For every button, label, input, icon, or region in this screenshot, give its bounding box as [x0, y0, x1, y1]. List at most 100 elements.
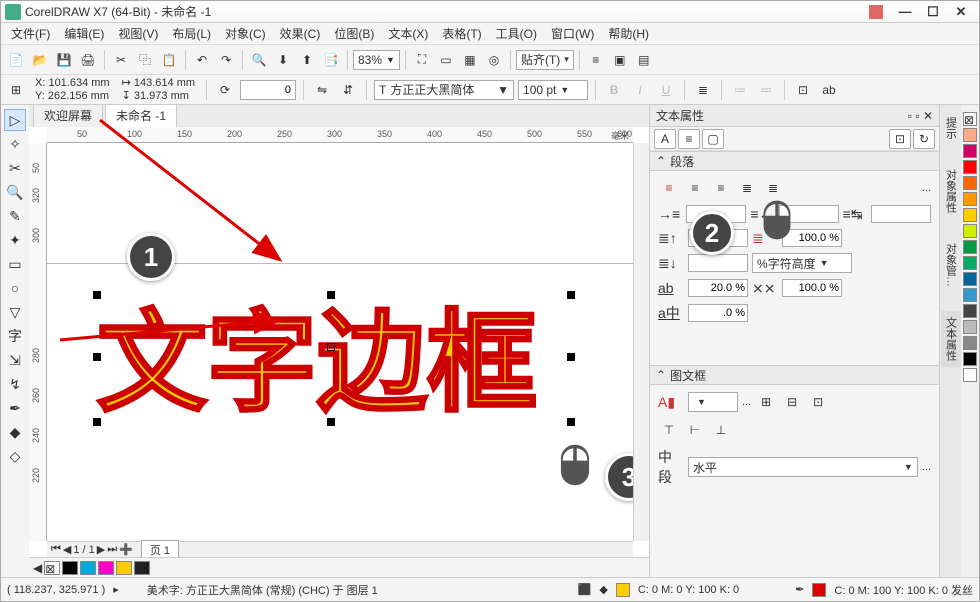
section-paragraph[interactable]: 段落 — [670, 153, 694, 170]
fill-tool[interactable]: ◆ — [4, 421, 26, 443]
zoom-combo[interactable]: 83%▼ — [353, 50, 400, 70]
columns-combo[interactable]: ▼ — [688, 392, 738, 412]
palette-prev[interactable]: ◀ — [33, 561, 42, 575]
font-combo[interactable]: T 方正正大黑简体▼ — [374, 80, 514, 100]
handle-tr[interactable] — [567, 291, 575, 299]
import-icon[interactable]: ⬇ — [272, 49, 294, 71]
handle-tm[interactable] — [327, 291, 335, 299]
spacing-unit[interactable]: %字符高度▼ — [752, 253, 852, 273]
handle-mr[interactable] — [567, 353, 575, 361]
lang-spacing[interactable] — [688, 304, 748, 322]
rotation-field[interactable] — [240, 80, 296, 100]
page-prev[interactable]: ◀ — [63, 543, 71, 556]
handle-bl[interactable] — [93, 418, 101, 426]
indent-right[interactable] — [871, 205, 931, 223]
undo-icon[interactable]: ↶ — [191, 49, 213, 71]
align-icon[interactable]: ≣ — [692, 79, 714, 101]
handle-br[interactable] — [567, 418, 575, 426]
sidetab-objmgr[interactable]: 对象管… — [941, 237, 961, 293]
menu-bitmap[interactable]: 位图(B) — [328, 23, 380, 44]
rectangle-tool[interactable]: ▭ — [4, 253, 26, 275]
menu-file[interactable]: 文件(F) — [5, 23, 56, 44]
tab-doc1[interactable]: 未命名 -1 — [105, 105, 177, 127]
swatch-3[interactable] — [963, 320, 977, 334]
menu-help[interactable]: 帮助(H) — [602, 23, 655, 44]
save-icon[interactable]: 💾 — [53, 49, 75, 71]
valign-mid-icon[interactable]: ⊢ — [684, 419, 706, 441]
menu-layout[interactable]: 布局(L) — [166, 23, 217, 44]
zoom-tool[interactable]: 🔍 — [4, 181, 26, 203]
tab-refresh-icon[interactable]: ↻ — [913, 129, 935, 149]
docker-controls[interactable]: ▫ ▫ ✕ — [908, 109, 933, 123]
print-icon[interactable]: 🖨 — [77, 49, 99, 71]
swatch-0[interactable] — [963, 368, 977, 382]
connector-tool[interactable]: ↯ — [4, 373, 26, 395]
underline-icon[interactable]: U — [655, 79, 677, 101]
handle-center[interactable]: × — [327, 343, 335, 351]
menu-object[interactable]: 对象(C) — [219, 23, 272, 44]
bold-icon[interactable]: B — [603, 79, 625, 101]
rotate-icon[interactable]: ⟳ — [214, 79, 236, 101]
align-full-icon[interactable]: ≣ — [762, 177, 784, 199]
tab-options-icon[interactable]: ⊡ — [889, 129, 911, 149]
handle-bm[interactable] — [327, 418, 335, 426]
text-tool[interactable]: 字 — [4, 325, 26, 347]
align-justify-icon[interactable]: ≣ — [736, 177, 758, 199]
page-first[interactable]: ⏮ — [51, 543, 61, 556]
fill-swatch[interactable] — [616, 583, 630, 597]
swatch-6[interactable] — [963, 272, 977, 286]
tab-para-icon[interactable]: ≡ — [678, 129, 700, 149]
textprops-icon[interactable]: ⊡ — [792, 79, 814, 101]
paste-icon[interactable]: 📋 — [158, 49, 180, 71]
dropper-tool[interactable]: ✒ — [4, 397, 26, 419]
freehand-tool[interactable]: ✎ — [4, 205, 26, 227]
direction-combo[interactable]: 水平▼ — [688, 457, 918, 477]
section-frame[interactable]: 图文框 — [670, 367, 706, 384]
sw-none[interactable]: ⊠ — [44, 561, 60, 575]
outline-tool[interactable]: ◇ — [4, 445, 26, 467]
word-spacing[interactable] — [782, 279, 842, 297]
page-add[interactable]: ➕ — [119, 543, 133, 556]
options-icon[interactable]: ≡ — [585, 49, 607, 71]
page-last[interactable]: ⏭ — [107, 543, 117, 556]
export-icon[interactable]: ⬆ — [296, 49, 318, 71]
swatch-2[interactable] — [963, 336, 977, 350]
pick-tool[interactable]: ▷ — [4, 109, 26, 131]
sw-yellow[interactable] — [116, 561, 132, 575]
swatch-none[interactable]: ⊠ — [963, 112, 977, 126]
swatch-11[interactable] — [963, 192, 977, 206]
crop-tool[interactable]: ✂ — [4, 157, 26, 179]
swatch-9[interactable] — [963, 224, 977, 238]
tab-char-icon[interactable]: A — [654, 129, 676, 149]
menu-text[interactable]: 文本(X) — [382, 23, 434, 44]
swatch-14[interactable] — [963, 144, 977, 158]
handle-ml[interactable] — [93, 353, 101, 361]
sw-black[interactable] — [62, 561, 78, 575]
menu-view[interactable]: 视图(V) — [112, 23, 164, 44]
swatch-12[interactable] — [963, 176, 977, 190]
frame-opt3-icon[interactable]: ⊡ — [807, 391, 829, 413]
outline-swatch[interactable] — [812, 583, 826, 597]
fill-icon[interactable]: ⬛ — [578, 583, 592, 596]
swatch-15[interactable] — [963, 128, 977, 142]
italic-icon[interactable]: I — [629, 79, 651, 101]
rulers-icon[interactable]: ▭ — [435, 49, 457, 71]
sidetab-objprops[interactable]: 对象属性 — [941, 163, 961, 219]
swatch-13[interactable] — [963, 160, 977, 174]
canvas[interactable]: 文字边框 × 1 3 — [47, 143, 633, 541]
grid-icon[interactable]: ▦ — [459, 49, 481, 71]
sw-magenta[interactable] — [98, 561, 114, 575]
swatch-1[interactable] — [963, 352, 977, 366]
origin-icon[interactable]: ⊞ — [5, 79, 27, 101]
frame-opt1-icon[interactable]: ⊞ — [755, 391, 777, 413]
menu-edit[interactable]: 编辑(E) — [58, 23, 110, 44]
minimize-button[interactable]: — — [891, 3, 919, 21]
guides-icon[interactable]: ◎ — [483, 49, 505, 71]
menu-window[interactable]: 窗口(W) — [545, 23, 600, 44]
page-next[interactable]: ▶ — [97, 543, 105, 556]
mirror-h-icon[interactable]: ⇋ — [311, 79, 333, 101]
cut-icon[interactable]: ✂ — [110, 49, 132, 71]
open-icon[interactable]: 📂 — [29, 49, 51, 71]
swatch-8[interactable] — [963, 240, 977, 254]
outline-icon[interactable]: ✒ — [795, 583, 804, 596]
